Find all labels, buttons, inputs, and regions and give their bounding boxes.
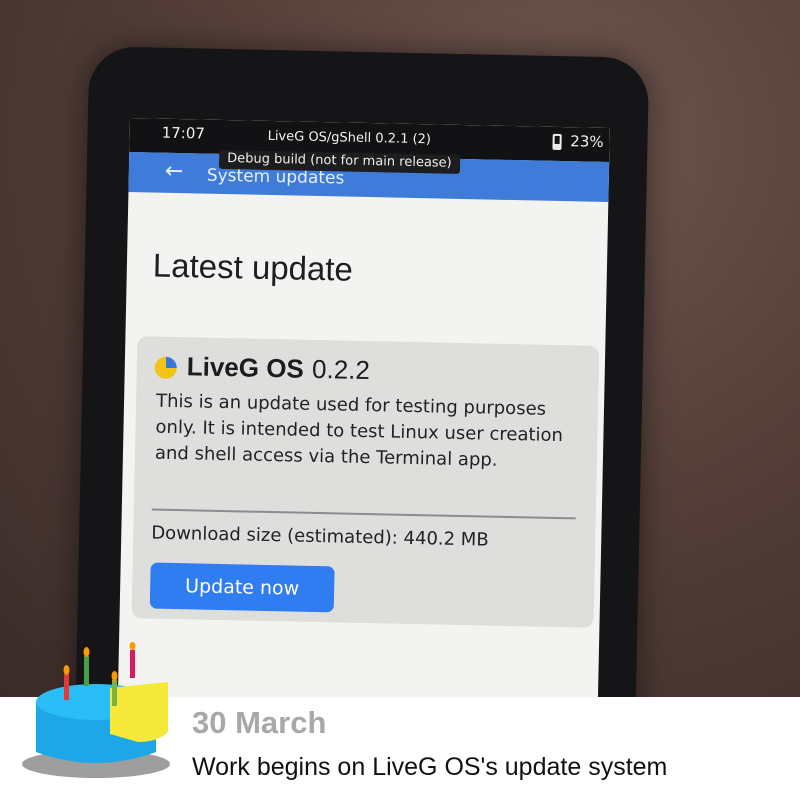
arrow-left-icon[interactable]: ← — [165, 159, 184, 184]
candle — [84, 656, 89, 686]
status-os-version: LiveG OS/gShell 0.2.1 (2) — [267, 128, 432, 148]
os-version: 0.2.2 — [311, 353, 371, 386]
update-now-button[interactable]: Update now — [149, 562, 335, 613]
update-description: This is an update used for testing purpo… — [154, 390, 564, 471]
page-title: Latest update — [152, 246, 354, 288]
banner-caption: Work begins on LiveG OS's update system — [192, 753, 668, 781]
download-size: Download size (estimated): 440.2 MB — [151, 522, 489, 551]
update-card: LiveG OS 0.2.2 This is an update used fo… — [131, 336, 600, 628]
status-time: 17:07 — [161, 123, 206, 143]
candle — [130, 650, 135, 678]
candle — [64, 674, 69, 700]
candle-flame — [129, 642, 136, 650]
candle-flame — [63, 665, 70, 675]
candle-flame — [111, 671, 118, 681]
battery-percent: 23% — [570, 132, 604, 151]
card-divider — [151, 508, 576, 520]
battery-icon — [552, 133, 562, 151]
update-card-header: LiveG OS 0.2.2 — [154, 351, 370, 386]
liveg-logo-icon — [154, 356, 178, 379]
candle — [112, 680, 117, 706]
phone-screen: 17:07 LiveG OS/gShell 0.2.1 (2) 23% Debu… — [117, 118, 610, 728]
cake-slice — [110, 682, 168, 742]
banner-date: 30 March — [192, 705, 327, 740]
candle-flame — [83, 647, 90, 657]
birthday-cake-icon — [22, 642, 170, 778]
os-name: LiveG OS — [186, 351, 305, 384]
